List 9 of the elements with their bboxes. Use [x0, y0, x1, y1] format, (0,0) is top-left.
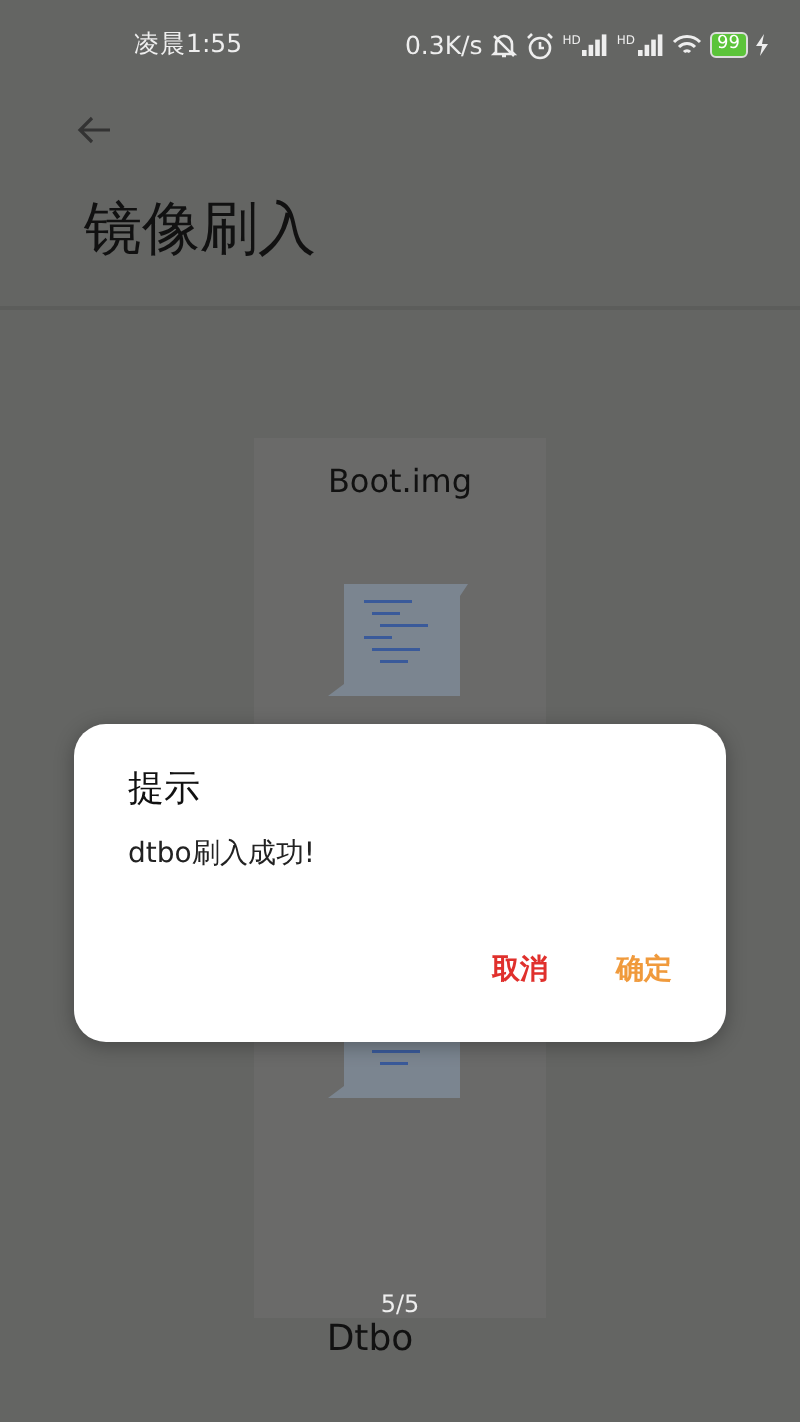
image-name: Boot.img	[327, 462, 473, 500]
battery-level: 99	[709, 32, 748, 58]
clock-time: 凌晨1:55	[134, 28, 243, 62]
page-title: 镜像刷入	[84, 192, 318, 266]
network-speed: 0.3K/s	[404, 30, 483, 60]
dialog-message: dtbo刷入成功!	[128, 836, 317, 872]
image-name: Dtbo	[326, 1318, 414, 1360]
page-indicator: 5/5	[380, 1290, 420, 1318]
dialog-title: 提示	[128, 766, 202, 812]
